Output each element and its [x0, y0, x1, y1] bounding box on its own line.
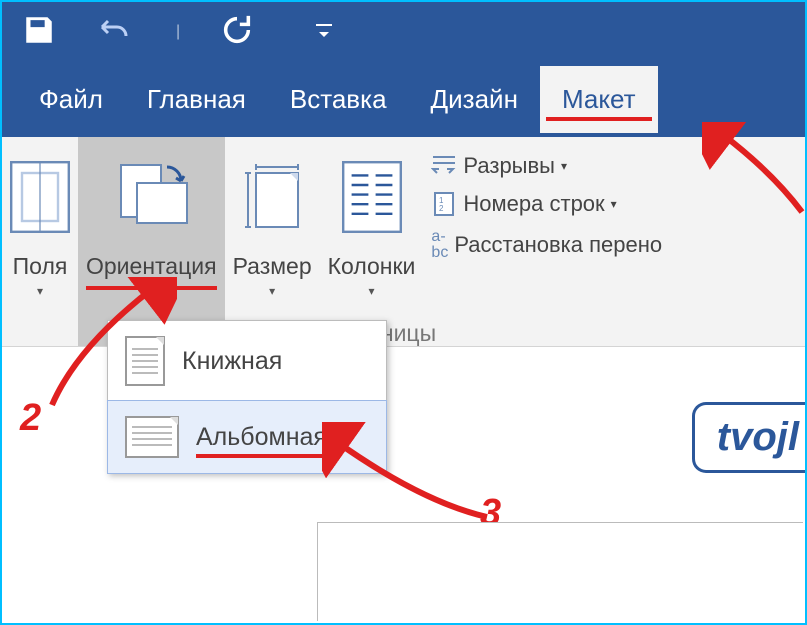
tab-design[interactable]: Дизайн [409, 66, 540, 133]
chevron-down-icon: ▾ [269, 284, 275, 298]
margins-icon [10, 147, 70, 247]
line-numbers-label: Номера строк [463, 191, 604, 217]
tab-layout[interactable]: Макет [540, 66, 658, 133]
hyphenation-icon: a-bc [431, 229, 448, 261]
line-numbers-icon: 12 [431, 191, 457, 217]
orientation-portrait-item[interactable]: Книжная [108, 321, 386, 401]
size-button[interactable]: Размер ▾ [225, 137, 320, 346]
margins-label: Поля [13, 253, 68, 280]
columns-icon [342, 147, 402, 247]
margins-button[interactable]: Поля ▾ [2, 137, 78, 346]
chevron-down-icon: ▾ [369, 284, 375, 298]
ribbon-tabs: Файл Главная Вставка Дизайн Макет [2, 62, 805, 137]
chevron-down-icon: ▾ [148, 294, 154, 308]
chevron-down-icon: ▾ [37, 284, 43, 298]
breaks-label: Разрывы [463, 153, 555, 179]
landscape-page-icon [124, 415, 180, 459]
portrait-label: Книжная [182, 347, 282, 376]
undo-icon[interactable] [96, 15, 136, 50]
hyphenation-button[interactable]: a-bc Расстановка перено [431, 223, 662, 267]
hyphenation-label: Расстановка перено [454, 232, 662, 258]
svg-text:2: 2 [439, 204, 444, 213]
line-numbers-button[interactable]: 12 Номера строк ▾ [431, 185, 662, 223]
breaks-icon [431, 155, 457, 177]
orientation-button[interactable]: Ориентация ▾ [78, 137, 225, 346]
document-area[interactable] [317, 522, 803, 621]
columns-label: Колонки [328, 253, 416, 280]
orientation-label: Ориентация [86, 253, 217, 280]
tab-insert[interactable]: Вставка [268, 66, 409, 133]
portrait-page-icon [124, 335, 166, 387]
size-label: Размер [233, 253, 312, 280]
save-icon[interactable] [22, 13, 56, 52]
orientation-icon [111, 147, 191, 247]
quick-access-toolbar: | [2, 2, 805, 62]
qat-separator: | [176, 23, 180, 41]
redo-icon[interactable] [220, 13, 254, 52]
breaks-button[interactable]: Разрывы ▾ [431, 147, 662, 185]
chevron-down-icon: ▾ [611, 197, 617, 211]
columns-button[interactable]: Колонки ▾ [320, 137, 424, 346]
tab-file[interactable]: Файл [17, 66, 125, 133]
landscape-label: Альбомная [196, 423, 327, 452]
orientation-dropdown: Книжная Альбомная [107, 320, 387, 474]
chevron-down-icon: ▾ [561, 159, 567, 173]
tab-home[interactable]: Главная [125, 66, 268, 133]
page-setup-extra: Разрывы ▾ 12 Номера строк ▾ a-bc Расстан… [423, 137, 670, 346]
watermark-badge: tvojl [692, 402, 805, 473]
ribbon-layout: Поля ▾ Ориентация ▾ Размер ▾ [2, 137, 805, 347]
orientation-landscape-item[interactable]: Альбомная [107, 400, 387, 474]
size-icon [240, 147, 304, 247]
annotation-number-2: 2 [20, 397, 41, 440]
customize-qat-icon[interactable] [314, 20, 334, 45]
